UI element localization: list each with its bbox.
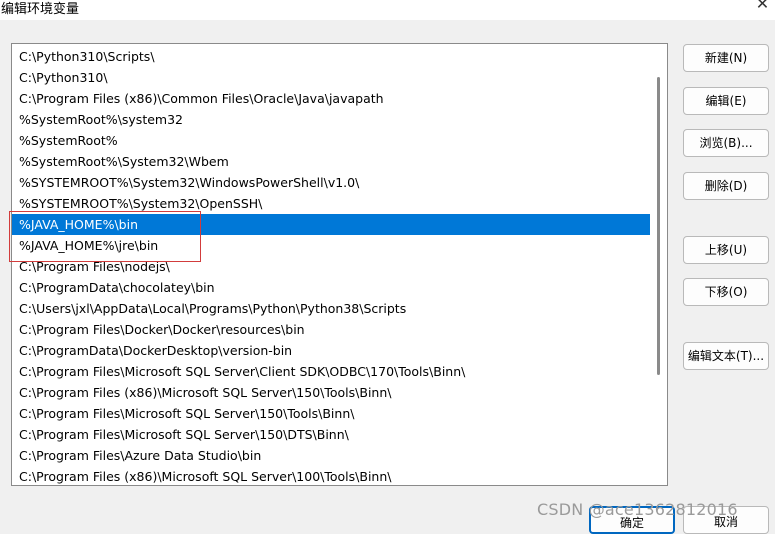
- window-title: 编辑环境变量: [1, 2, 80, 17]
- path-list-item[interactable]: %SystemRoot%: [12, 130, 650, 151]
- path-list-item[interactable]: C:\ProgramData\chocolatey\bin: [12, 277, 650, 298]
- path-list-item[interactable]: C:\Program Files\Docker\Docker\resources…: [12, 319, 650, 340]
- path-list-item[interactable]: %JAVA_HOME%\jre\bin: [12, 235, 650, 256]
- path-list-item[interactable]: C:\Program Files\nodejs\: [12, 256, 650, 277]
- path-list-item[interactable]: %JAVA_HOME%\bin: [12, 214, 650, 235]
- path-list-item[interactable]: C:\Program Files\Azure Data Studio\bin: [12, 445, 650, 466]
- path-list-item[interactable]: C:\Program Files (x86)\Microsoft SQL Ser…: [12, 382, 650, 403]
- new-button[interactable]: 新建(N): [683, 44, 769, 72]
- path-list-item[interactable]: C:\Python310\Scripts\: [12, 46, 650, 67]
- path-list-item[interactable]: C:\Program Files\Microsoft SQL Server\15…: [12, 403, 650, 424]
- path-list-item[interactable]: C:\Users\jxl\AppData\Local\Programs\Pyth…: [12, 298, 650, 319]
- path-list-item[interactable]: C:\Python310\: [12, 67, 650, 88]
- edit-button[interactable]: 编辑(E): [683, 87, 769, 115]
- close-icon[interactable]: ✕: [750, 0, 775, 14]
- path-list-item[interactable]: %SystemRoot%\System32\Wbem: [12, 151, 650, 172]
- path-list-item[interactable]: C:\ProgramData\DockerDesktop\version-bin: [12, 340, 650, 361]
- path-list-item[interactable]: %SystemRoot%\system32: [12, 109, 650, 130]
- watermark: CSDN @ace1362812016: [537, 500, 738, 519]
- path-list-item[interactable]: %SYSTEMROOT%\System32\OpenSSH\: [12, 193, 650, 214]
- delete-button[interactable]: 删除(D): [683, 172, 769, 200]
- browse-button[interactable]: 浏览(B)...: [683, 129, 769, 157]
- path-list-item[interactable]: %SYSTEMROOT%\System32\WindowsPowerShell\…: [12, 172, 650, 193]
- edit-text-button[interactable]: 编辑文本(T)...: [683, 342, 769, 370]
- vertical-scrollbar[interactable]: [652, 44, 667, 485]
- path-list[interactable]: C:\Python310\Scripts\ C:\Python310\ C:\Pro…: [11, 43, 668, 486]
- path-list-item[interactable]: C:\Program Files\Microsoft SQL Server\Cl…: [12, 361, 650, 382]
- scrollbar-thumb[interactable]: [657, 77, 660, 375]
- path-list-item[interactable]: C:\Program Files (x86)\Common Files\Orac…: [12, 88, 650, 109]
- move-down-button[interactable]: 下移(O): [683, 278, 769, 306]
- path-list-item[interactable]: C:\Program Files\Microsoft SQL Server\15…: [12, 424, 650, 445]
- title-bar: 编辑环境变量 ✕: [0, 0, 775, 20]
- path-list-item[interactable]: C:\Program Files (x86)\Microsoft SQL Ser…: [12, 466, 650, 485]
- move-up-button[interactable]: 上移(U): [683, 236, 769, 264]
